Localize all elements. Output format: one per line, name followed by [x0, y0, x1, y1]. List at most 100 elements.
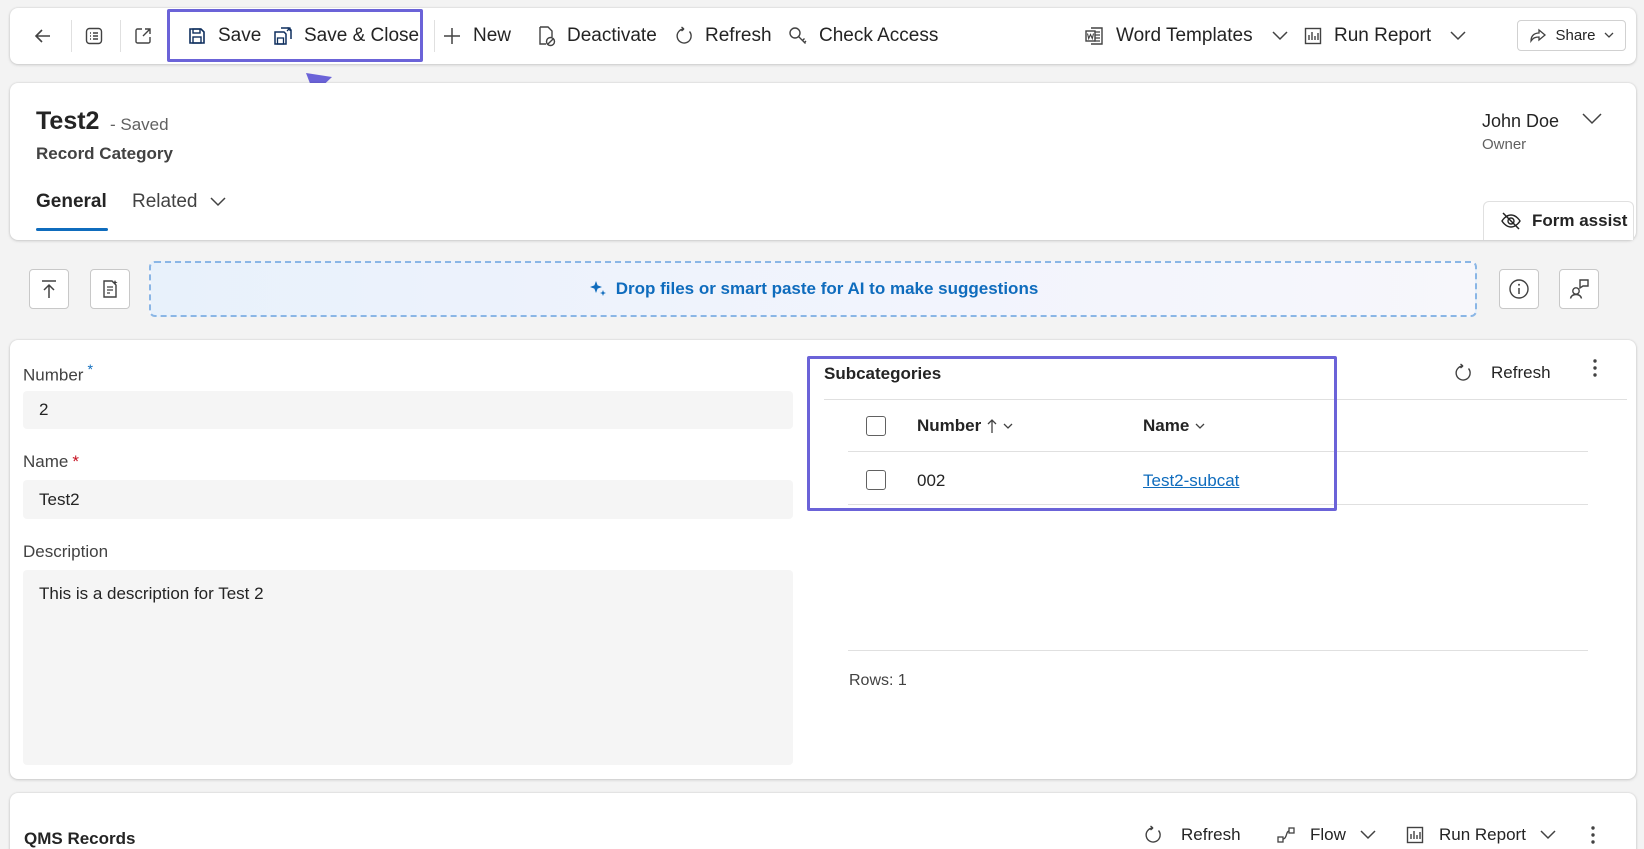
more-vertical-icon	[1592, 358, 1598, 378]
chevron-down-icon	[1269, 25, 1291, 47]
record-header: Test2 - Saved Record Category John Doe O…	[10, 83, 1636, 240]
qms-run-report-button[interactable]: Run Report	[1405, 825, 1556, 845]
deactivate-button[interactable]: Deactivate	[535, 8, 657, 64]
document-sparkle-icon	[100, 279, 120, 299]
open-new-window-button[interactable]	[132, 8, 154, 64]
tab-related[interactable]: Related	[132, 191, 226, 213]
check-access-label: Check Access	[819, 25, 939, 46]
name-field[interactable]: Test2	[23, 480, 793, 519]
check-access-button[interactable]: Check Access	[787, 8, 938, 64]
deactivate-icon	[535, 25, 557, 47]
word-templates-button[interactable]: Word Templates	[1084, 8, 1291, 64]
ai-drop-zone[interactable]: Drop files or smart paste for AI to make…	[149, 261, 1477, 317]
save-button[interactable]: Save	[186, 8, 261, 64]
refresh-label: Refresh	[705, 25, 772, 46]
rows-count: Rows: 1	[849, 672, 907, 689]
record-title: Test2	[36, 107, 100, 135]
refresh-button[interactable]: Refresh	[673, 8, 772, 64]
save-close-label: Save & Close	[304, 25, 420, 46]
select-all-checkbox[interactable]	[866, 416, 886, 436]
qms-refresh-button[interactable]: Refresh	[1143, 825, 1241, 845]
info-button[interactable]	[1499, 269, 1539, 309]
required-indicator: *	[87, 362, 93, 378]
run-report-label: Run Report	[1334, 25, 1432, 46]
qms-flow-button[interactable]: Flow	[1276, 825, 1376, 845]
description-label-text: Description	[23, 542, 109, 561]
subgrid-refresh-button[interactable]: Refresh	[1453, 355, 1551, 391]
separator	[434, 20, 435, 52]
subgrid-refresh-label: Refresh	[1491, 363, 1551, 382]
qms-records-section: QMS Records Refresh Flow Run Report	[10, 793, 1636, 849]
number-field[interactable]: 2	[23, 391, 793, 429]
column-header-number[interactable]: Number	[917, 416, 1013, 436]
name-value: Test2	[39, 489, 80, 509]
chat-person-icon	[1568, 278, 1590, 300]
open-external-icon	[132, 25, 154, 47]
row-checkbox[interactable]	[866, 470, 886, 490]
refresh-icon	[1453, 363, 1473, 383]
owner-label: Owner	[1482, 136, 1527, 153]
required-indicator: *	[72, 452, 79, 471]
collapse-up-button[interactable]	[29, 269, 69, 309]
tab-related-label: Related	[132, 191, 198, 212]
cell-number: 002	[917, 471, 946, 490]
chevron-down-icon	[1604, 32, 1614, 39]
separator	[120, 20, 121, 52]
tab-general[interactable]: General	[36, 191, 107, 213]
report-icon	[1302, 25, 1324, 47]
general-section: Number * 2 Name * Test2 Description This i…	[10, 340, 1636, 779]
save-close-button[interactable]: Save & Close	[272, 8, 419, 64]
record-set-button[interactable]	[83, 8, 105, 64]
tab-selected-indicator	[36, 228, 108, 231]
share-label: Share	[1555, 27, 1596, 44]
command-bar: Save Save & Close New Deactivate Refresh…	[10, 8, 1636, 64]
refresh-icon	[1143, 825, 1163, 845]
new-button[interactable]: New	[441, 8, 511, 64]
chevron-down-icon	[1540, 830, 1556, 840]
save-label: Save	[218, 25, 262, 46]
chevron-down-icon	[1360, 830, 1376, 840]
list-icon	[83, 25, 105, 47]
qms-refresh-label: Refresh	[1181, 825, 1241, 844]
word-templates-label: Word Templates	[1116, 25, 1253, 46]
save-close-icon	[272, 25, 294, 47]
number-label: Number *	[23, 362, 93, 386]
owner-name[interactable]: John Doe	[1482, 111, 1559, 132]
form-assist-label: Form assist	[1532, 211, 1628, 230]
qms-flow-label: Flow	[1310, 825, 1346, 844]
description-value: This is a description for Test 2	[39, 584, 264, 603]
form-assist-button[interactable]: Form assist	[1483, 201, 1634, 240]
deactivate-label: Deactivate	[567, 25, 657, 46]
chevron-down-icon	[1447, 25, 1469, 47]
share-icon	[1529, 27, 1547, 45]
word-document-icon	[1084, 25, 1106, 47]
number-value: 2	[39, 400, 49, 419]
qms-records-title: QMS Records	[24, 829, 136, 848]
smart-paste-button[interactable]	[90, 269, 130, 309]
refresh-icon	[673, 25, 695, 47]
subgrid-more-button[interactable]	[1592, 358, 1598, 378]
share-button[interactable]: Share	[1517, 20, 1626, 51]
info-icon	[1508, 278, 1530, 300]
cell-name-link[interactable]: Test2-subcat	[1143, 471, 1239, 491]
entity-name: Record Category	[36, 144, 173, 163]
save-status: - Saved	[110, 115, 169, 134]
new-label: New	[473, 25, 512, 46]
description-field[interactable]: This is a description for Test 2	[23, 570, 793, 765]
report-icon	[1405, 825, 1425, 845]
name-label-text: Name	[23, 452, 69, 471]
owner-expand-button[interactable]	[1582, 113, 1602, 125]
qms-more-button[interactable]	[1590, 825, 1596, 845]
copilot-chat-button[interactable]	[1559, 269, 1599, 309]
run-report-button[interactable]: Run Report	[1302, 8, 1469, 64]
divider	[848, 451, 1588, 452]
arrow-up-to-bar-icon	[40, 279, 58, 299]
key-icon	[787, 25, 809, 47]
divider	[848, 650, 1588, 651]
subgrid-title: Subcategories	[824, 364, 942, 383]
plus-icon	[441, 25, 463, 47]
qms-run-report-label: Run Report	[1439, 825, 1526, 844]
divider	[824, 399, 1627, 400]
back-button[interactable]	[32, 8, 54, 64]
column-header-name[interactable]: Name	[1143, 416, 1205, 436]
